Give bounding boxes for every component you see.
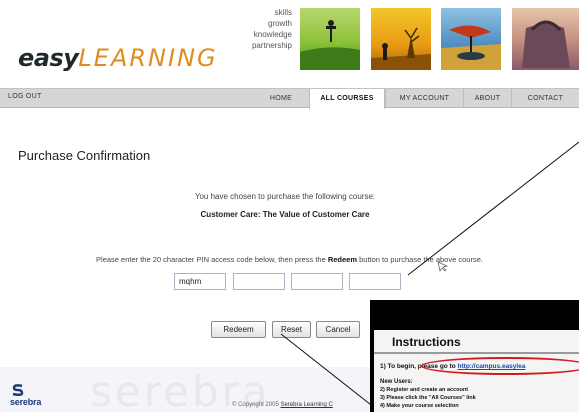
instructions-divider [374, 352, 579, 354]
tagline-line: skills [274, 8, 292, 17]
url-highlight-oval [421, 357, 579, 375]
instructions-new-users: New Users: [380, 379, 413, 385]
nav-my-account[interactable]: MY ACCOUNT [385, 89, 463, 108]
nav-contact[interactable]: CONTACT [511, 89, 579, 108]
pin-field-1[interactable] [174, 273, 226, 290]
nav-home[interactable]: HOME [253, 89, 309, 108]
redeem-button[interactable]: Redeem [211, 321, 266, 338]
pin-instructions-end: button to purchase the above course. [357, 255, 483, 264]
instructions-title: Instructions [392, 335, 461, 349]
copyright-text: © Copyright 2005 Serebra Learning C [232, 402, 333, 408]
nav-about[interactable]: ABOUT [463, 89, 511, 108]
banner-image-knowledge [441, 8, 501, 70]
serebra-logo-text[interactable]: serebra [10, 397, 41, 407]
logout-link[interactable]: LOG OUT [8, 93, 42, 100]
site-header: easyLEARNING skills growth knowledge par… [0, 0, 579, 87]
tagline-line: partnership [251, 41, 292, 50]
page-title: Purchase Confirmation [18, 148, 151, 163]
serebra-logo-icon [12, 384, 24, 396]
copyright-link[interactable]: Serebra Learning C [280, 402, 332, 408]
pin-field-4[interactable] [349, 273, 401, 290]
tagline: skills growth knowledge partnership [222, 7, 292, 51]
reset-button[interactable]: Reset [272, 321, 311, 338]
pin-field-3[interactable] [291, 273, 343, 290]
cancel-button[interactable]: Cancel [316, 321, 360, 338]
banner-image-skills [300, 8, 360, 70]
pin-instructions-start: Please enter the 20 character PIN access… [96, 255, 328, 264]
copyright-prefix: © Copyright 2005 [232, 402, 281, 408]
main-nav: LOG OUT HOME ALL COURSES MY ACCOUNT ABOU… [0, 88, 579, 109]
nav-all-courses[interactable]: ALL COURSES [309, 89, 385, 109]
pin-instructions: Please enter the 20 character PIN access… [0, 255, 579, 264]
logo-text-thin: LEARNING [78, 44, 218, 72]
banner-image-partnership [512, 8, 579, 70]
instructions-step-3: 3) Please click the "All Courses" link [380, 395, 476, 401]
course-name: Customer Care: The Value of Customer Car… [200, 210, 370, 219]
logo-text-bold: easy [18, 44, 79, 72]
tagline-line: knowledge [253, 30, 292, 39]
instructions-step-4: 4) Make your course selection [380, 403, 459, 409]
tagline-line: growth [267, 19, 292, 28]
pin-instructions-redeem: Redeem [327, 255, 358, 264]
instructions-step-2: 2) Register and create an account [380, 387, 469, 393]
purchase-intro: You have chosen to purchase the followin… [194, 192, 376, 201]
banner-image-growth [371, 8, 431, 70]
pin-field-2[interactable] [233, 273, 285, 290]
easylearning-logo[interactable]: easyLEARNING [18, 44, 218, 72]
